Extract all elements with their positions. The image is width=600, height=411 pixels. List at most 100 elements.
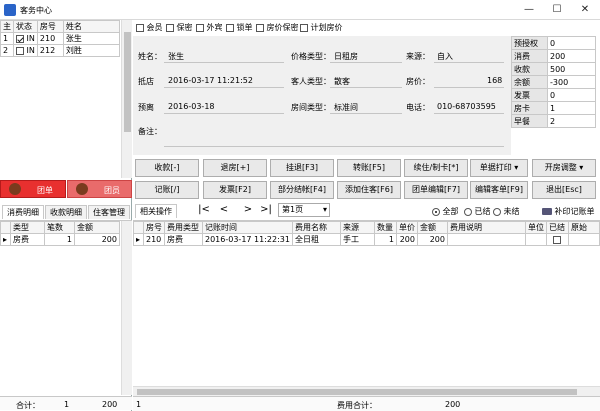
qty-cell: 1 <box>373 233 397 246</box>
add-guest-button[interactable]: 添加住客[F6] <box>337 181 401 199</box>
tab-consumption[interactable]: 消费明细 <box>2 205 44 219</box>
detail-header[interactable]: 记账时间 <box>202 221 293 234</box>
detail-header[interactable]: 来源 <box>339 221 375 234</box>
table-row[interactable]: 2 IN 212 刘胜 <box>0 44 121 57</box>
detail-header[interactable]: 原始 <box>567 221 600 234</box>
lock-check[interactable]: 锁单 <box>226 22 253 33</box>
detail-header[interactable]: 费用名称 <box>291 221 341 234</box>
primary-checkbox[interactable] <box>16 34 24 43</box>
price-secret-check[interactable]: 房价保密 <box>256 22 299 33</box>
extend-stay-button[interactable]: 续住/制卡[*] <box>404 159 468 177</box>
scroll-thumb[interactable] <box>137 389 577 395</box>
planned-price-check[interactable]: 计划房价 <box>300 22 343 33</box>
row-pointer: ▸ <box>0 233 11 246</box>
price-cell: 200 <box>395 233 418 246</box>
room-type-label: 房间类型： <box>291 103 331 112</box>
consumption-header[interactable]: 金额 <box>74 221 120 234</box>
close-button[interactable]: ✕ <box>572 2 598 18</box>
detail-header[interactable]: 金额 <box>416 221 448 234</box>
note-field[interactable] <box>164 146 504 147</box>
name-label: 姓名： <box>138 52 162 61</box>
consumption-scrollbar[interactable] <box>121 221 132 395</box>
detail-header[interactable]: 费用说明 <box>446 221 526 234</box>
charge-button[interactable]: 记账[/] <box>135 181 199 199</box>
filter-settled[interactable]: 已结 <box>464 206 491 217</box>
group-single-button[interactable]: 团单 <box>0 180 66 198</box>
checkout-button[interactable]: 退房[+] <box>203 159 267 177</box>
group-member-button[interactable]: 团员 <box>67 180 132 198</box>
depart-field[interactable]: 2016-03-18 <box>168 102 215 111</box>
reprint-button[interactable]: 补印记账单 <box>542 206 595 217</box>
summary-row: 消费 200 <box>511 49 596 63</box>
room-list-header[interactable]: 房号 <box>36 20 64 33</box>
consumption-header[interactable]: 类型 <box>10 221 45 234</box>
detail-header[interactable]: 房号 <box>143 221 165 234</box>
receive-button[interactable]: 收款[-] <box>135 159 199 177</box>
foreign-check[interactable]: 外宾 <box>196 22 223 33</box>
group-single-label: 团单 <box>37 186 53 195</box>
settled-checkbox[interactable] <box>553 235 562 244</box>
minimize-button[interactable]: — <box>516 2 542 18</box>
transfer-button[interactable]: 转账[F5] <box>337 159 401 177</box>
room-list-header[interactable]: 主 <box>0 20 14 33</box>
secret-check[interactable]: 保密 <box>166 22 193 33</box>
member-check[interactable]: 会员 <box>136 22 163 33</box>
table-row[interactable]: ▸ 210 房费 2016-03-17 11:22:31 全日租 手工 1 20… <box>133 233 600 246</box>
guest-type-field[interactable]: 散客 <box>334 76 350 87</box>
invoice-button[interactable]: 发票[F2] <box>203 181 267 199</box>
room-type-field[interactable]: 标准间 <box>334 102 358 113</box>
exit-button[interactable]: 退出[Esc] <box>532 181 596 199</box>
scroll-thumb[interactable] <box>124 32 131 132</box>
row-number: 1 <box>0 32 14 45</box>
primary-checkbox[interactable] <box>16 46 24 55</box>
consumption-header[interactable]: 笔数 <box>44 221 75 234</box>
room-list-header[interactable]: 姓名 <box>62 20 121 33</box>
print-receipt-button[interactable]: 单据打印 ▾ <box>470 159 528 177</box>
last-page-icon[interactable]: >| <box>258 204 274 218</box>
name-field[interactable]: 张生 <box>168 51 184 62</box>
phone-field[interactable]: 010-68703595 <box>437 102 496 111</box>
first-page-icon[interactable]: |< <box>196 204 212 218</box>
row-number: 2 <box>0 44 14 57</box>
table-row[interactable]: 1 IN 210 张生 <box>0 32 121 45</box>
table-row[interactable]: ▸ 房费 1 200 <box>0 233 120 246</box>
room-list-header[interactable]: 状态 <box>13 20 38 33</box>
edit-guest-button[interactable]: 编辑客单[F9] <box>470 181 528 199</box>
page-select[interactable]: 第1页 ▾ <box>278 203 330 217</box>
time-cell: 2016-03-17 11:22:31 <box>202 233 293 246</box>
filter-unsettled[interactable]: 未结 <box>493 206 520 217</box>
description-cell <box>446 233 526 246</box>
hang-checkout-button[interactable]: 挂退[F3] <box>270 159 334 177</box>
tab-receipts[interactable]: 收款明细 <box>45 205 87 219</box>
arrive-field[interactable]: 2016-03-17 11:21:52 <box>168 76 253 85</box>
tab-related-ops[interactable]: 相关操作 <box>135 204 177 218</box>
room-list-scrollbar[interactable] <box>121 20 132 178</box>
maximize-button[interactable]: ☐ <box>544 2 570 18</box>
summary-row: 余额 -300 <box>511 75 596 89</box>
amount-cell: 200 <box>416 233 448 246</box>
consumption-footer: 合计： 1 200 <box>0 396 132 410</box>
detail-header[interactable]: 费用类型 <box>164 221 203 234</box>
detail-header[interactable]: 数量 <box>373 221 397 234</box>
group-member-label: 团员 <box>104 186 120 195</box>
group-icon <box>9 183 21 195</box>
original-cell <box>567 233 600 246</box>
detail-header[interactable]: 已结 <box>545 221 569 234</box>
detail-header[interactable]: 单位 <box>524 221 547 234</box>
name-cell: 刘胜 <box>62 44 121 57</box>
source-field[interactable]: 自入 <box>437 51 453 62</box>
partial-settle-button[interactable]: 部分结帐[F4] <box>270 181 334 199</box>
price-type-field[interactable]: 日租房 <box>334 51 358 62</box>
prev-page-icon[interactable]: < <box>216 204 232 218</box>
filter-all[interactable]: 全部 <box>432 206 459 217</box>
tab-guest-management[interactable]: 住客管理 <box>88 205 130 219</box>
room-adjust-button[interactable]: 开房调整 ▾ <box>532 159 596 177</box>
room-price-label: 房价： <box>406 77 430 86</box>
detail-hscrollbar[interactable] <box>133 386 600 396</box>
detail-header[interactable]: 单价 <box>395 221 418 234</box>
room-price-field[interactable]: 168 <box>487 76 502 85</box>
next-page-icon[interactable]: > <box>240 204 256 218</box>
dropdown-arrow-icon: ▾ <box>514 163 519 172</box>
source-cell: 手工 <box>339 233 375 246</box>
group-edit-button[interactable]: 团单编辑[F7] <box>404 181 468 199</box>
